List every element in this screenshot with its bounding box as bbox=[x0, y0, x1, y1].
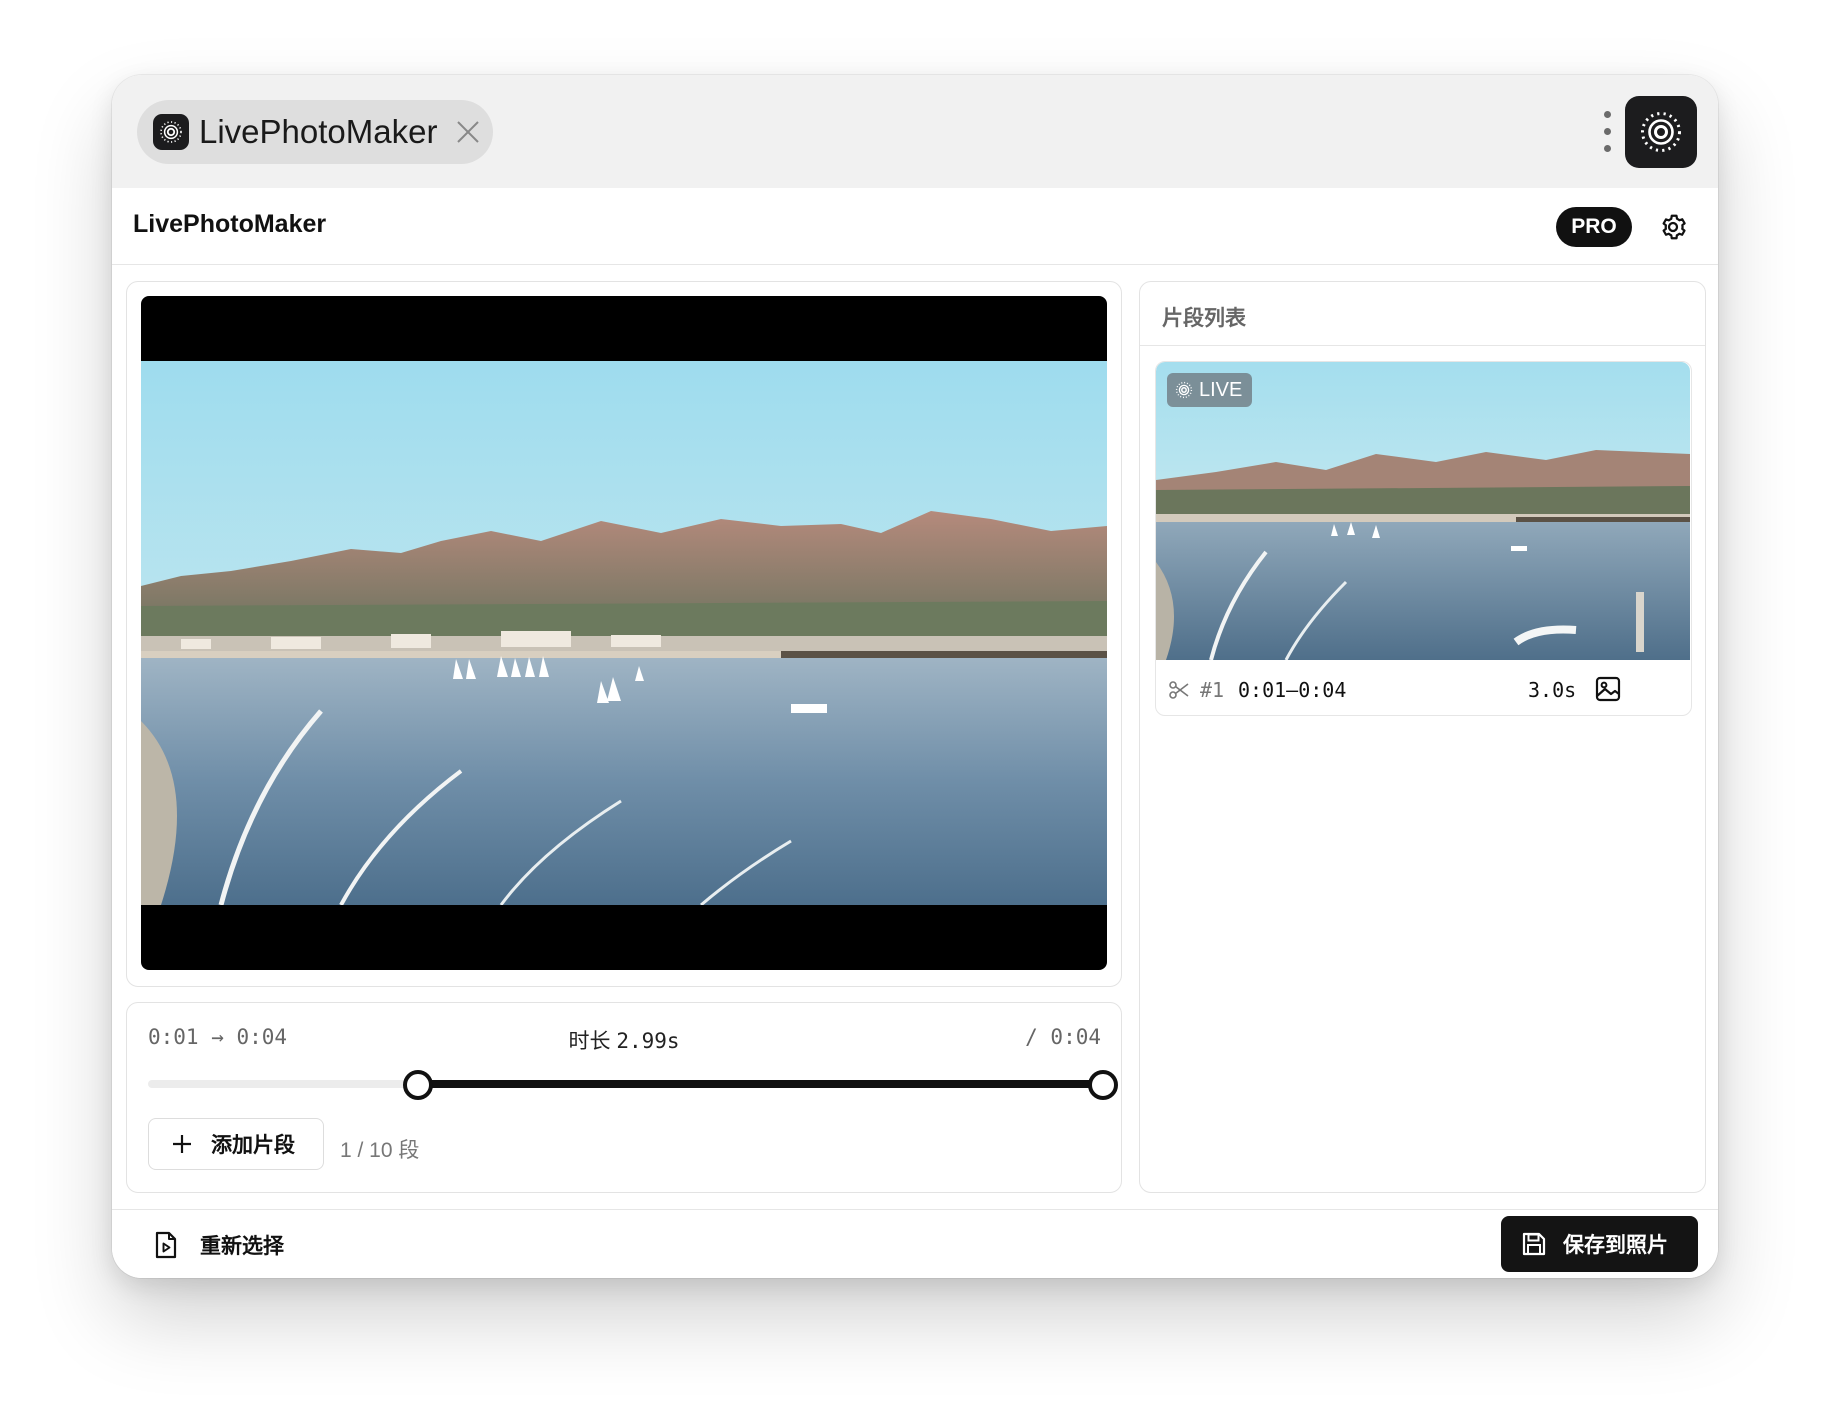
live-photo-icon bbox=[153, 114, 189, 150]
live-photo-icon bbox=[1641, 112, 1681, 152]
trim-slider[interactable] bbox=[148, 1070, 1118, 1100]
footer-bar: 重新选择 保存到照片 bbox=[112, 1209, 1718, 1278]
segment-range: 0:01–0:04 bbox=[1238, 678, 1347, 702]
add-segment-button[interactable]: 添加片段 bbox=[148, 1118, 324, 1170]
pro-badge[interactable]: PRO bbox=[1556, 207, 1632, 247]
duration-label: 时长 bbox=[568, 1030, 611, 1053]
save-to-photos-button[interactable]: 保存到照片 bbox=[1501, 1216, 1698, 1272]
tab-bar: LivePhotoMaker bbox=[112, 75, 1718, 188]
segment-list-panel: 片段列表 LIVE #1 0:01–0:04 3.0s bbox=[1139, 281, 1706, 1193]
add-segment-label: 添加片段 bbox=[211, 1134, 295, 1157]
live-badge-label: LIVE bbox=[1199, 378, 1243, 401]
app-title: LivePhotoMaker bbox=[133, 210, 327, 238]
segment-index: #1 bbox=[1200, 678, 1225, 702]
duration-readout: 时长 2.99s bbox=[127, 1025, 1121, 1055]
trim-end-handle[interactable] bbox=[1088, 1070, 1118, 1100]
plus-icon bbox=[173, 1135, 191, 1153]
segment-thumbnail[interactable]: LIVE bbox=[1156, 362, 1690, 660]
segment-meta: #1 0:01–0:04 3.0s bbox=[1156, 660, 1691, 715]
close-icon[interactable] bbox=[455, 119, 481, 145]
live-badge: LIVE bbox=[1167, 373, 1253, 407]
reselect-label: 重新选择 bbox=[200, 1235, 284, 1258]
image-icon[interactable] bbox=[1594, 675, 1622, 703]
video-file-icon bbox=[155, 1231, 177, 1259]
scissors-icon[interactable] bbox=[1168, 679, 1190, 701]
segment-card[interactable]: LIVE #1 0:01–0:04 3.0s bbox=[1155, 361, 1692, 716]
app-header: LivePhotoMaker PRO bbox=[112, 188, 1718, 265]
save-icon bbox=[1522, 1232, 1546, 1256]
app-tab[interactable]: LivePhotoMaker bbox=[137, 100, 493, 164]
reselect-button[interactable]: 重新选择 bbox=[154, 1230, 284, 1260]
video-frame-image bbox=[141, 361, 1107, 905]
segment-list-title: 片段列表 bbox=[1162, 307, 1246, 330]
kebab-menu-icon[interactable] bbox=[1602, 111, 1612, 155]
save-label: 保存到照片 bbox=[1563, 1234, 1668, 1257]
segment-duration: 3.0s bbox=[1528, 678, 1577, 702]
live-photo-icon bbox=[1175, 381, 1193, 399]
trim-slider-selection bbox=[418, 1080, 1103, 1088]
app-icon-button[interactable] bbox=[1625, 96, 1697, 168]
tab-title: LivePhotoMaker bbox=[199, 113, 438, 150]
video-preview-panel bbox=[126, 281, 1122, 987]
trim-start-handle[interactable] bbox=[403, 1070, 434, 1100]
duration-value: 2.99s bbox=[616, 1029, 680, 1053]
segment-count: 1 / 10 段 bbox=[340, 1139, 420, 1162]
gear-icon[interactable] bbox=[1658, 212, 1688, 242]
total-duration: / 0:04 bbox=[1025, 1025, 1101, 1049]
video-player[interactable] bbox=[141, 296, 1107, 970]
divider bbox=[1140, 345, 1705, 346]
app-window: LivePhotoMaker LivePhotoMaker PRO 0:01 →… bbox=[112, 75, 1718, 1278]
trim-controls-panel: 0:01 → 0:04 时长 2.99s / 0:04 添加片段 1 / 10 … bbox=[126, 1002, 1122, 1193]
